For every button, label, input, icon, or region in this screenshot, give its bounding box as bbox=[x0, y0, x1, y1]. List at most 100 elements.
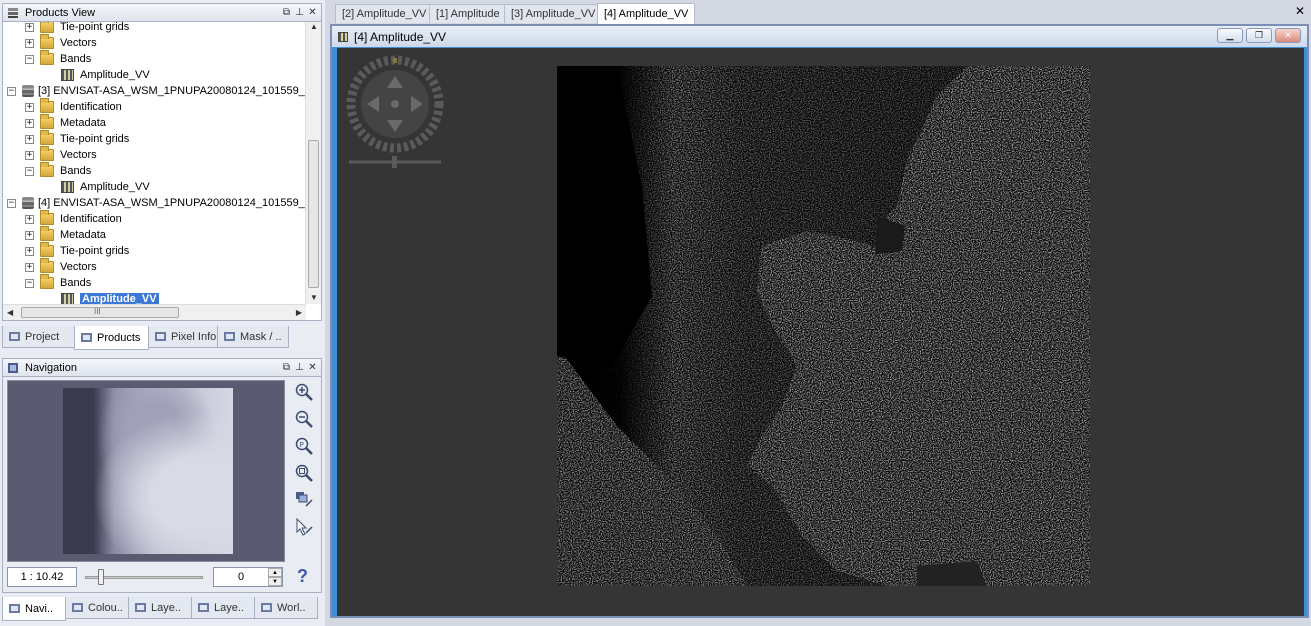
tab-label: Colou.. bbox=[88, 601, 123, 614]
expand-icon[interactable]: + bbox=[25, 246, 34, 256]
zoom-out-button[interactable] bbox=[293, 408, 315, 430]
expand-icon[interactable]: + bbox=[25, 38, 34, 48]
folder-icon bbox=[40, 242, 54, 257]
tab-layer-editor[interactable]: Laye.. bbox=[191, 597, 255, 619]
tab-label: Laye.. bbox=[151, 601, 181, 614]
tree-node[interactable]: Amplitude_VV bbox=[61, 179, 150, 195]
tree-node-label: Tie-point grids bbox=[60, 21, 130, 33]
zoom-all-button[interactable] bbox=[293, 462, 315, 484]
tree-node[interactable]: + Tie-point grids bbox=[25, 21, 130, 35]
scroll-down-icon[interactable]: ▼ bbox=[310, 293, 318, 302]
tab-mask[interactable]: Mask / .. bbox=[217, 326, 289, 348]
folder-icon bbox=[40, 50, 54, 65]
minimize-button[interactable]: ▁ bbox=[1217, 28, 1243, 43]
close-window-button[interactable]: ✕ bbox=[1275, 28, 1301, 43]
scroll-right-icon[interactable]: ▶ bbox=[296, 308, 302, 317]
tree-node[interactable]: + Vectors bbox=[25, 258, 97, 275]
collapse-icon[interactable]: − bbox=[25, 54, 34, 64]
tab-world[interactable]: Worl.. bbox=[254, 597, 318, 619]
tree-node[interactable]: + Tie-point grids bbox=[25, 130, 129, 147]
restore-button[interactable]: ❐ bbox=[1246, 28, 1272, 43]
zoom-knob[interactable] bbox=[392, 156, 397, 168]
zoom-slider[interactable] bbox=[85, 569, 203, 585]
expand-icon[interactable]: + bbox=[25, 118, 34, 128]
tab-products[interactable]: Products bbox=[74, 326, 149, 350]
tab-label: Worl.. bbox=[277, 601, 306, 614]
scroll-up-icon[interactable]: ▲ bbox=[310, 22, 318, 31]
tree-vertical-scrollbar[interactable]: ▲ ▼ bbox=[305, 22, 321, 304]
tab-pixel-info[interactable]: Pixel Info bbox=[148, 326, 218, 348]
pixel-info-icon bbox=[155, 332, 166, 341]
spin-up-icon[interactable]: ▲ bbox=[268, 568, 282, 577]
document-tab[interactable]: [2] Amplitude_VV bbox=[335, 4, 434, 23]
sync-cursor-button[interactable] bbox=[293, 516, 315, 538]
band-icon bbox=[61, 181, 74, 193]
overview-thumbnail[interactable] bbox=[63, 388, 233, 554]
zoom-slider-knob[interactable] bbox=[98, 569, 104, 585]
tab-label: Mask / .. bbox=[240, 330, 282, 343]
float-icon[interactable]: ⧉ bbox=[282, 8, 291, 18]
tree-node[interactable]: + Metadata bbox=[25, 226, 106, 243]
tree-product[interactable]: − [4] ENVISAT-ASA_WSM_1PNUPA20080124_1015… bbox=[7, 195, 317, 211]
scroll-left-icon[interactable]: ◀ bbox=[7, 308, 13, 317]
folder-icon bbox=[40, 34, 54, 49]
collapse-icon[interactable]: − bbox=[7, 86, 16, 96]
rotation-spinner[interactable]: ▲ ▼ bbox=[268, 568, 282, 586]
tree-node[interactable]: Amplitude_VV bbox=[61, 67, 150, 83]
document-tab[interactable]: [1] Amplitude bbox=[429, 4, 507, 23]
tree-node[interactable]: + Vectors bbox=[25, 146, 97, 163]
navigation-icon bbox=[9, 604, 20, 613]
collapse-icon[interactable]: − bbox=[25, 166, 34, 176]
expand-icon[interactable]: + bbox=[25, 134, 34, 144]
zoom-pixel-button[interactable]: P bbox=[293, 435, 315, 457]
pin-icon[interactable]: ⊥ bbox=[295, 8, 304, 18]
tree-node[interactable]: − Bands bbox=[25, 274, 91, 291]
spin-down-icon[interactable]: ▼ bbox=[268, 577, 282, 586]
help-icon[interactable]: ? bbox=[297, 566, 308, 587]
tree-product[interactable]: − [3] ENVISAT-ASA_WSM_1PNUPA20080124_1015… bbox=[7, 83, 317, 99]
image-canvas[interactable] bbox=[337, 48, 1304, 616]
sar-amplitude-image[interactable] bbox=[557, 66, 1090, 586]
expand-icon[interactable]: + bbox=[25, 150, 34, 160]
expand-icon[interactable]: + bbox=[25, 214, 34, 224]
sync-views-button[interactable] bbox=[293, 489, 315, 511]
tree-vertical-scroll-thumb[interactable] bbox=[308, 140, 319, 288]
tab-colour[interactable]: Colou.. bbox=[65, 597, 129, 619]
pin-icon[interactable]: ⊥ bbox=[295, 363, 304, 373]
tree-node-label: [4] ENVISAT-ASA_WSM_1PNUPA20080124_10155… bbox=[38, 197, 318, 209]
expand-icon[interactable]: + bbox=[25, 230, 34, 240]
expand-icon[interactable]: + bbox=[25, 262, 34, 272]
collapse-icon[interactable]: − bbox=[7, 198, 16, 208]
navigation-control[interactable] bbox=[345, 54, 445, 174]
folder-icon bbox=[40, 210, 54, 225]
tree-node[interactable]: + Metadata bbox=[25, 114, 106, 131]
tree-node[interactable]: − Bands bbox=[25, 162, 91, 179]
document-tab[interactable]: [4] Amplitude_VV bbox=[597, 3, 696, 24]
tree-node[interactable]: − Bands bbox=[25, 50, 91, 67]
expand-icon[interactable]: + bbox=[25, 102, 34, 112]
close-icon[interactable]: ✕ bbox=[308, 8, 317, 18]
close-icon[interactable]: ✕ bbox=[308, 363, 317, 373]
tab-navigation[interactable]: Navi.. bbox=[2, 597, 66, 621]
tree-horizontal-scrollbar[interactable]: ◀ III ▶ bbox=[3, 304, 306, 320]
tab-layer[interactable]: Laye.. bbox=[128, 597, 192, 619]
products-view-icon bbox=[8, 7, 18, 18]
navigation-overview[interactable] bbox=[7, 380, 285, 562]
tree-node[interactable]: + Tie-point grids bbox=[25, 242, 129, 259]
document-tab[interactable]: [3] Amplitude_VV bbox=[504, 4, 603, 23]
product-icon bbox=[22, 197, 34, 209]
tree-node[interactable]: + Vectors bbox=[25, 34, 97, 51]
tree-horizontal-scroll-thumb[interactable]: III bbox=[21, 307, 179, 318]
float-icon[interactable]: ⧉ bbox=[282, 363, 291, 373]
tab-project[interactable]: Project bbox=[2, 326, 75, 348]
tab-label: Project bbox=[25, 330, 60, 343]
close-document-icon[interactable]: ✕ bbox=[1295, 4, 1305, 18]
tree-node[interactable]: + Identification bbox=[25, 98, 122, 115]
products-tree[interactable]: + Tie-point grids + Vectors − Bands Amplitude_… bbox=[2, 21, 322, 321]
collapse-icon[interactable]: − bbox=[25, 278, 34, 288]
expand-icon[interactable]: + bbox=[25, 22, 34, 32]
tree-node[interactable]: + Identification bbox=[25, 210, 122, 227]
zoom-in-button[interactable] bbox=[293, 381, 315, 403]
scale-field[interactable]: 1 : 10.42 bbox=[7, 567, 77, 587]
layer-icon bbox=[135, 603, 146, 612]
